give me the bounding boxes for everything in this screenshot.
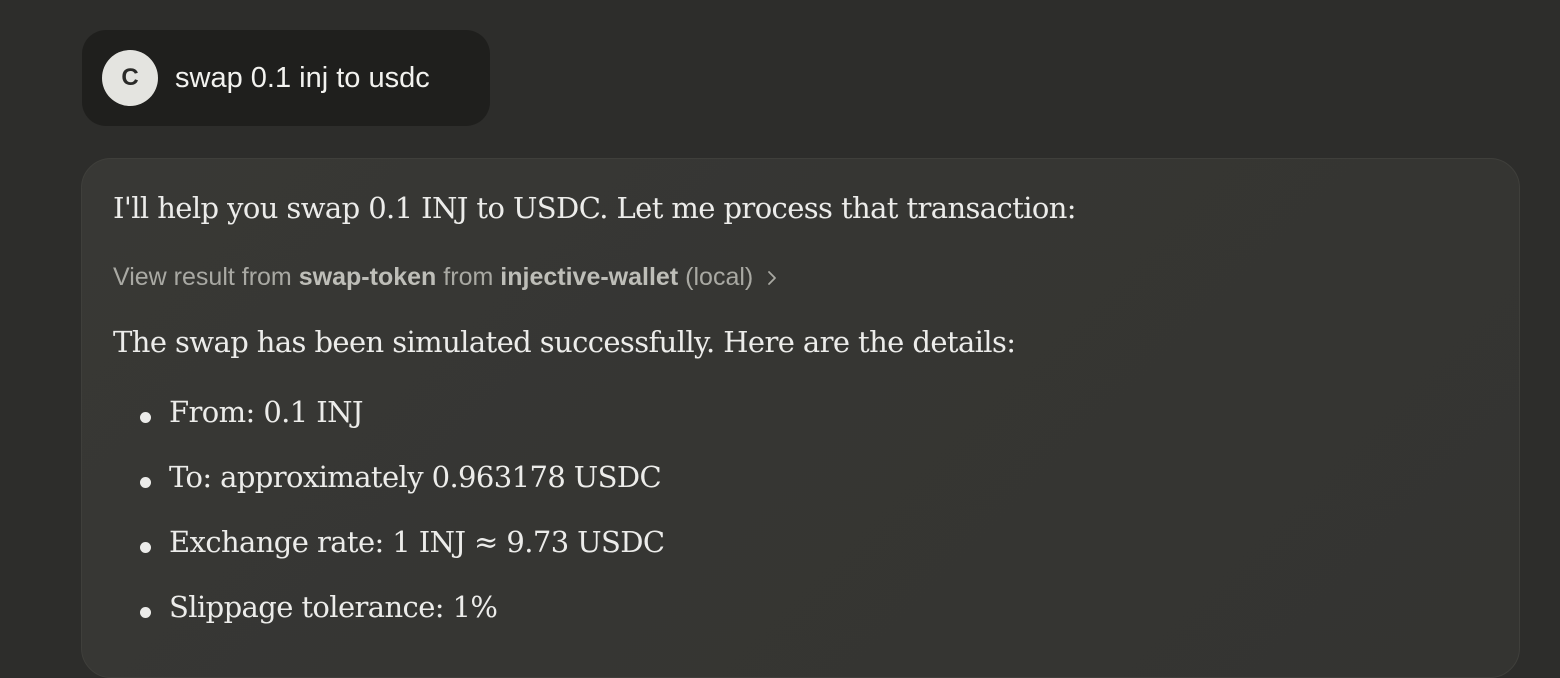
user-avatar[interactable]: C bbox=[102, 50, 158, 106]
bullet-icon bbox=[140, 542, 151, 553]
assistant-intro-text: I'll help you swap 0.1 INJ to USDC. Let … bbox=[113, 191, 1077, 225]
view-tool-result-link[interactable]: View result from swap-token from injecti… bbox=[113, 263, 777, 292]
bullet-icon bbox=[140, 477, 151, 488]
user-message-bubble: C swap 0.1 inj to usdc bbox=[82, 30, 490, 126]
user-message-text: swap 0.1 inj to usdc bbox=[175, 61, 430, 94]
bullet-icon bbox=[140, 607, 151, 618]
bullet-icon bbox=[140, 412, 151, 423]
list-item: Slippage tolerance: 1% bbox=[139, 590, 665, 655]
list-item: Exchange rate: 1 INJ ≈ 9.73 USDC bbox=[139, 525, 665, 590]
assistant-message-card: I'll help you swap 0.1 INJ to USDC. Let … bbox=[81, 158, 1520, 678]
tool-name: swap-token bbox=[298, 263, 437, 291]
tool-result-connector: from bbox=[443, 263, 494, 291]
detail-slippage: Slippage tolerance: 1% bbox=[169, 590, 498, 624]
tool-result-suffix: (local) bbox=[685, 263, 754, 291]
list-item: From: 0.1 INJ bbox=[139, 395, 665, 460]
detail-to: To: approximately 0.963178 USDC bbox=[169, 460, 662, 494]
chevron-right-icon bbox=[767, 270, 777, 286]
swap-details-list: From: 0.1 INJ To: approximately 0.963178… bbox=[139, 395, 665, 655]
tool-server-name: injective-wallet bbox=[500, 263, 679, 291]
detail-from: From: 0.1 INJ bbox=[169, 395, 364, 429]
tool-result-prefix: View result from bbox=[113, 263, 292, 291]
list-item: To: approximately 0.963178 USDC bbox=[139, 460, 665, 525]
detail-exchange-rate: Exchange rate: 1 INJ ≈ 9.73 USDC bbox=[169, 525, 665, 559]
swap-summary-text: The swap has been simulated successfully… bbox=[113, 325, 1016, 359]
